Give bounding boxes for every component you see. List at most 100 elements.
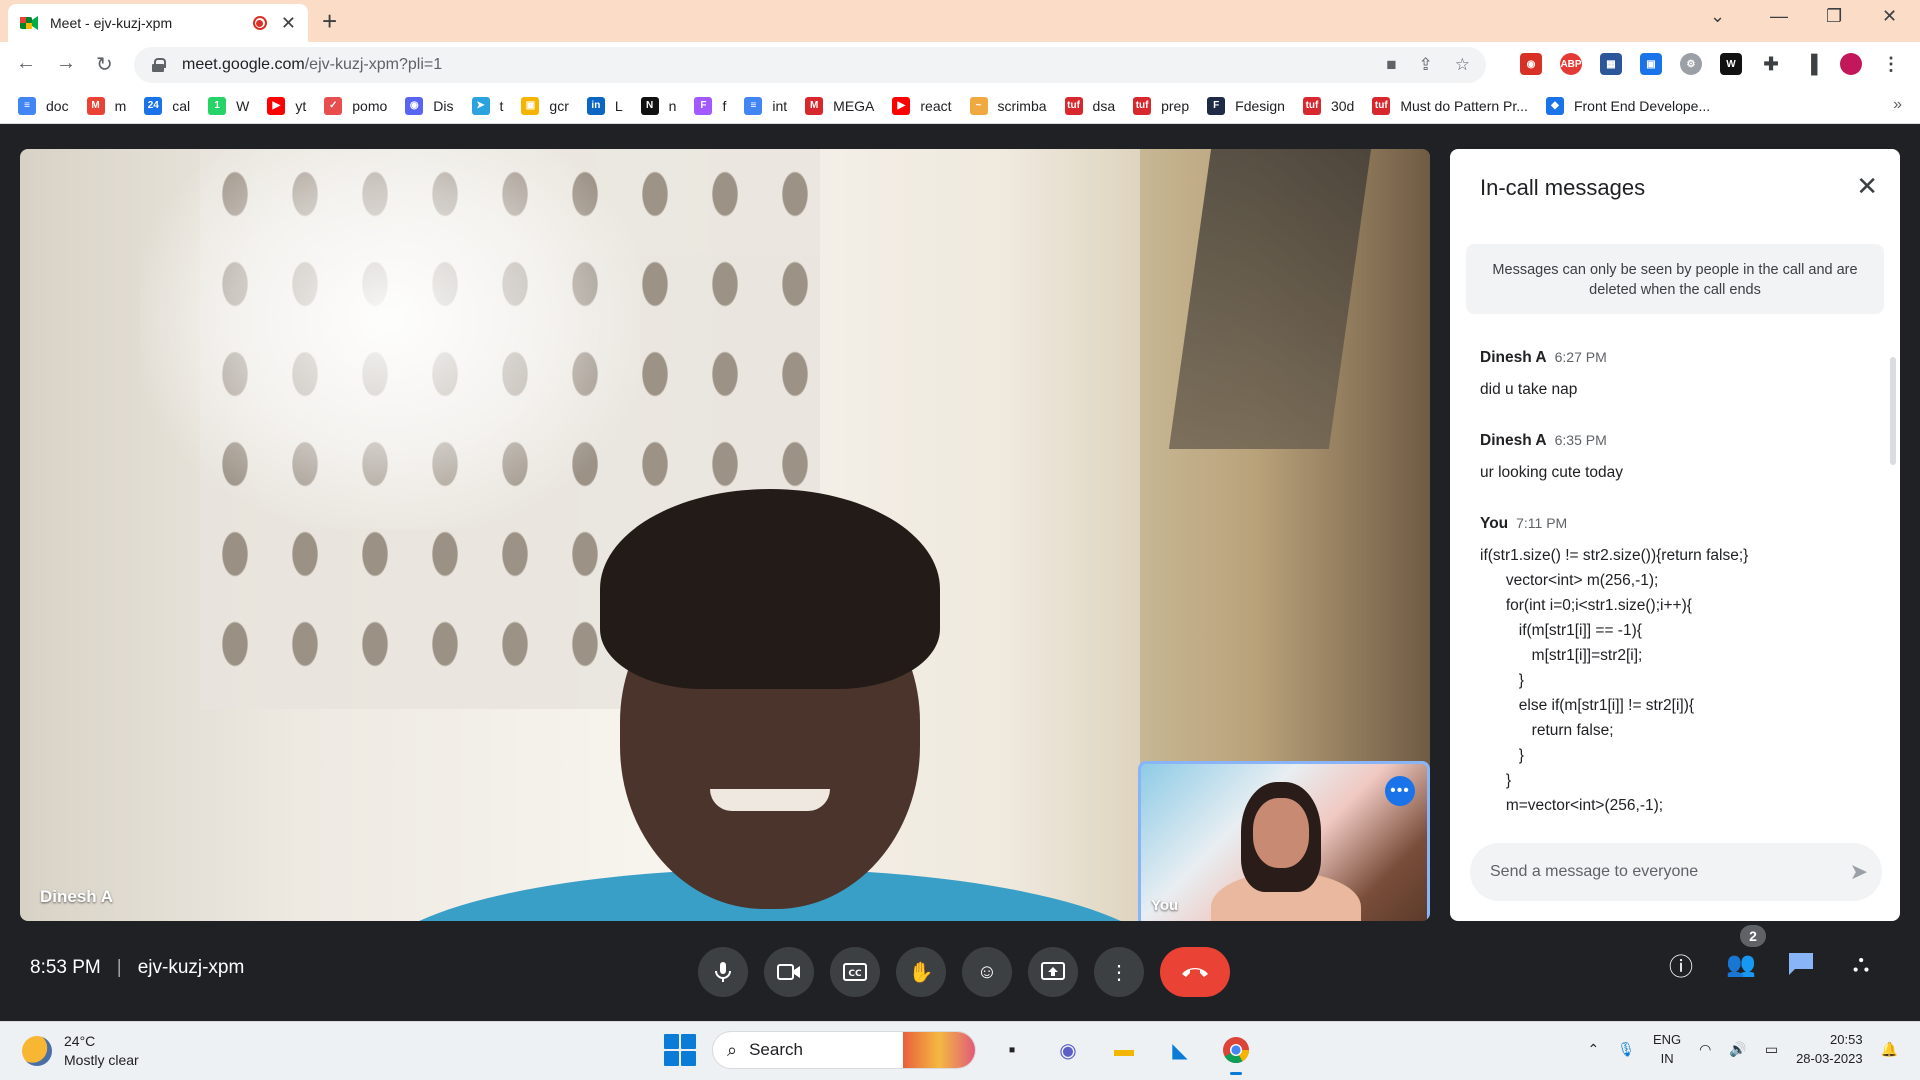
bookmark-item[interactable]: tuf Must do Pattern Pr...: [1372, 96, 1528, 115]
extension-screen-icon[interactable]: ▣: [1640, 53, 1662, 75]
lock-icon[interactable]: [152, 58, 166, 72]
bookmark-item[interactable]: F Fdesign: [1207, 96, 1285, 115]
bookmark-item[interactable]: in L: [586, 96, 623, 115]
battery-icon[interactable]: ▭: [1765, 1041, 1778, 1058]
hand-icon: ✋: [908, 961, 934, 984]
clock-date: 28-03-2023: [1796, 1051, 1863, 1066]
language-indicator[interactable]: ENG IN: [1653, 1030, 1681, 1068]
search-highlight-image: [903, 1032, 975, 1068]
volume-icon[interactable]: 🔊: [1729, 1041, 1746, 1058]
bookmark-item[interactable]: tuf dsa: [1064, 96, 1115, 115]
minimize-button[interactable]: —: [1770, 6, 1788, 27]
message-input[interactable]: [1490, 863, 1830, 881]
window-close-button[interactable]: ✕: [1882, 6, 1897, 27]
bookmark-item[interactable]: ➤ t: [471, 96, 503, 115]
meet-stage: Dinesh A You ••• In-call messages ✕ Mess…: [0, 125, 1920, 1021]
bookmark-item[interactable]: tuf prep: [1133, 96, 1189, 115]
url-text[interactable]: meet.google.com/ejv-kuzj-xpm?pli=1: [182, 56, 442, 74]
meeting-code: ejv-kuzj-xpm: [137, 957, 245, 978]
new-tab-button[interactable]: +: [322, 6, 337, 37]
bookmark-item[interactable]: 1W: [208, 96, 249, 115]
chat-button[interactable]: [1786, 949, 1816, 979]
browser-menu-icon[interactable]: ⋮: [1880, 53, 1902, 75]
extension-wordtune-icon[interactable]: W: [1720, 53, 1742, 75]
people-button[interactable]: 👥 2: [1726, 925, 1766, 979]
tab-close-icon[interactable]: ✕: [281, 13, 296, 34]
bookmark-item[interactable]: ▶ yt: [267, 96, 306, 115]
bookmark-item[interactable]: ✓ pomo: [324, 96, 387, 115]
language-code: ENG: [1653, 1032, 1682, 1047]
more-options-button[interactable]: ⋮: [1094, 947, 1144, 997]
message-text: did u take nap: [1480, 381, 1578, 398]
extension-gear-icon[interactable]: ⚙: [1680, 53, 1702, 75]
bookmark-item[interactable]: ≡ int: [744, 96, 787, 115]
weather-widget[interactable]: 24°C Mostly clear: [22, 1032, 139, 1070]
restore-button[interactable]: ❐: [1826, 6, 1842, 27]
extension-podcast-icon[interactable]: ◉: [1520, 53, 1542, 75]
bookmark-item[interactable]: ▣ gcr: [521, 96, 569, 115]
activities-shapes-icon: ⛬: [1852, 950, 1870, 977]
main-participant-video[interactable]: Dinesh A You •••: [20, 149, 1430, 921]
notification-bell-icon[interactable]: 🔔: [1881, 1041, 1898, 1058]
microphone-in-use-icon[interactable]: 🎙: [1617, 1041, 1635, 1058]
youtube-icon: ▶: [267, 96, 286, 115]
bookmark-item[interactable]: ◉ Dis: [405, 96, 454, 115]
message-composer[interactable]: ➤: [1470, 843, 1882, 901]
bookmark-item[interactable]: Nn: [640, 96, 676, 115]
bookmark-item[interactable]: M MEGA: [805, 96, 874, 115]
extension-adblock-icon[interactable]: ABP: [1560, 53, 1582, 75]
back-button[interactable]: ←: [16, 52, 36, 75]
taskbar-search[interactable]: ⌕ Search: [712, 1031, 976, 1069]
self-view-more-options-icon[interactable]: •••: [1385, 776, 1415, 806]
system-clock[interactable]: 20:53 28-03-2023: [1796, 1030, 1863, 1068]
wifi-icon[interactable]: ◠: [1699, 1041, 1711, 1058]
chat-scrollbar[interactable]: [1890, 357, 1896, 465]
forward-button[interactable]: →: [56, 52, 76, 75]
browser-tab-meet[interactable]: Meet - ejv-kuzj-xpm ✕: [8, 4, 308, 42]
bookmark-item[interactable]: ≡ doc: [18, 96, 69, 115]
extensions-puzzle-icon[interactable]: ✚: [1760, 53, 1782, 75]
bookmark-item[interactable]: Ff: [694, 96, 726, 115]
camera-in-use-icon[interactable]: ■: [1386, 55, 1396, 75]
message-sender: You: [1480, 515, 1509, 532]
send-icon[interactable]: ➤: [1850, 859, 1868, 885]
microphone-button[interactable]: [698, 947, 748, 997]
raise-hand-button[interactable]: ✋: [896, 947, 946, 997]
bookmark-item[interactable]: tuf 30d: [1302, 96, 1354, 115]
main-participant-name: Dinesh A: [40, 887, 114, 906]
bookmark-label: L: [614, 97, 623, 114]
leave-call-button[interactable]: [1160, 947, 1230, 997]
reactions-button[interactable]: ☺: [962, 947, 1012, 997]
bookmark-item[interactable]: ▶ react: [892, 96, 952, 115]
start-button[interactable]: [664, 1034, 696, 1066]
bookmark-star-icon[interactable]: ☆: [1455, 55, 1470, 75]
share-icon[interactable]: ⇪: [1419, 55, 1433, 75]
meeting-details-button[interactable]: ⓘ: [1666, 949, 1696, 981]
temperature: 24°C: [64, 1033, 96, 1049]
more-bookmarks-button[interactable]: »: [1893, 96, 1902, 114]
side-panel-icon[interactable]: ▐: [1800, 53, 1822, 75]
bookmark-item[interactable]: ◆ Front End Develope...: [1545, 96, 1710, 115]
tray-overflow-chevron-icon[interactable]: ⌃: [1587, 1041, 1599, 1058]
bookmark-item[interactable]: ~ scrimba: [969, 96, 1047, 115]
vscode-icon[interactable]: ◣: [1160, 1030, 1200, 1070]
bookmark-item[interactable]: Mm: [86, 96, 126, 115]
self-view-tile[interactable]: You •••: [1138, 761, 1430, 921]
chrome-icon[interactable]: [1216, 1030, 1256, 1075]
bookmark-item[interactable]: 24 cal: [144, 96, 190, 115]
activities-button[interactable]: ⛬: [1846, 949, 1876, 979]
tab-search-chevron-icon[interactable]: ⌄: [1710, 6, 1725, 27]
file-explorer-icon[interactable]: ▬: [1104, 1030, 1144, 1070]
present-button[interactable]: [1028, 947, 1078, 997]
address-bar[interactable]: meet.google.com/ejv-kuzj-xpm?pli=1 ■ ⇪ ☆: [134, 47, 1486, 83]
camera-button[interactable]: [764, 947, 814, 997]
close-panel-icon[interactable]: ✕: [1856, 171, 1878, 202]
teams-chat-icon[interactable]: ◉: [1048, 1030, 1088, 1070]
gmail-icon: M: [86, 96, 105, 115]
profile-avatar[interactable]: [1840, 53, 1862, 75]
extension-puzzle-color-icon[interactable]: ▦: [1600, 53, 1622, 75]
task-view-icon[interactable]: ▪: [992, 1030, 1032, 1070]
browser-tab-strip: Meet - ejv-kuzj-xpm ✕ + ⌄ — ❐ ✕: [0, 0, 1920, 42]
reload-button[interactable]: ↻: [96, 52, 113, 77]
captions-button[interactable]: CC: [830, 947, 880, 997]
